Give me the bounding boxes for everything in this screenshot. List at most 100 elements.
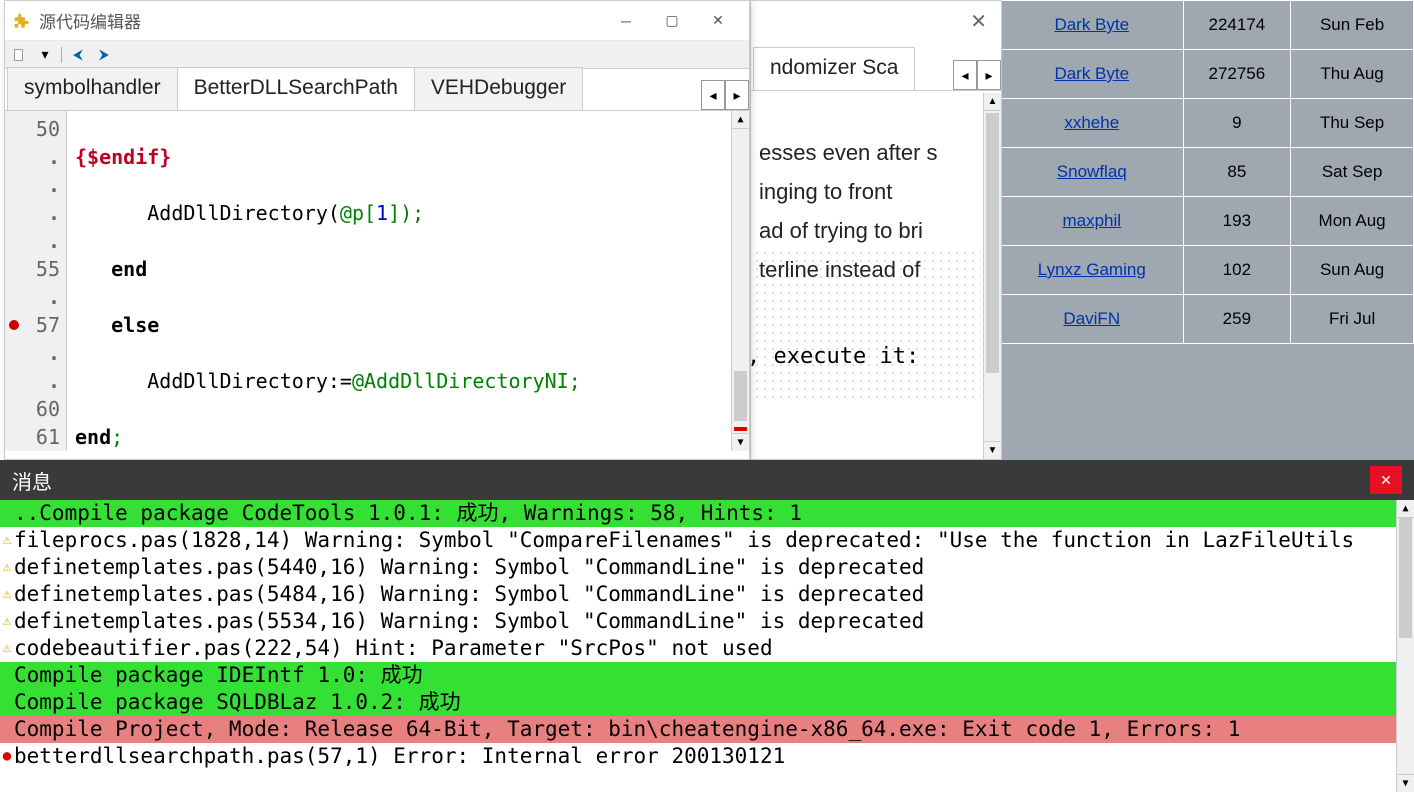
forum-date: Thu Sep [1291,99,1414,148]
tab-vehdebugger[interactable]: VEHDebugger [414,67,583,110]
forum-user-link[interactable]: maxphil [1062,211,1121,230]
line-dot: . [5,283,60,311]
scroll-error-marker [734,427,747,431]
table-row: Dark Byte224174Sun Feb [1001,1,1414,50]
code-editor[interactable]: 50 . . . . 55 . 57 . . 60 61 {$endif} Ad… [5,111,749,451]
message-line[interactable]: definetemplates.pas(5484,16) Warning: Sy… [0,581,1414,608]
forum-date: Sun Aug [1291,246,1414,295]
scroll-down-icon[interactable]: ▼ [984,441,1001,459]
table-row: Dark Byte 272756Thu Aug [1001,50,1414,99]
scrollbar-vertical[interactable]: ▲ ▼ [983,93,1001,459]
forum-user-link[interactable]: DaviFN [1063,309,1120,328]
line-dot: . [5,367,60,395]
line-number: 57 [36,313,60,337]
forum-date: Thu Aug [1291,50,1414,99]
forum-count: 193 [1183,197,1291,246]
message-line[interactable]: codebeautifier.pas(222,54) Hint: Paramet… [0,635,1414,662]
scrollbar-vertical[interactable]: ▲ ▼ [1396,500,1414,792]
line-dot: . [5,143,60,171]
scroll-down-icon[interactable]: ▼ [1397,774,1414,792]
breakpoint-icon[interactable] [9,320,19,330]
message-line[interactable]: ..Compile package CodeTools 1.0.1: 成功, W… [0,500,1414,527]
line-dot: . [5,227,60,255]
nav-back-icon[interactable]: ⮜ [68,45,88,65]
toolbar: ▾ ⮜ ⮞ [5,41,749,69]
tab-scroll-right-icon[interactable]: ▸ [725,80,749,110]
table-row: xxhehe9Thu Sep [1001,99,1414,148]
line-number: 50 [5,115,60,143]
forum-date: Fri Jul [1291,295,1414,344]
scroll-down-icon[interactable]: ▼ [732,433,749,451]
gutter[interactable]: 50 . . . . 55 . 57 . . 60 61 [5,111,67,451]
forum-user-link[interactable]: Dark Byte [1054,15,1129,34]
warning-icon [0,608,14,635]
forum-user-link[interactable]: Dark Byte [1054,64,1129,83]
scroll-thumb[interactable] [986,113,999,373]
forum-table: Dark Byte224174Sun Feb Dark Byte 272756Th… [1000,0,1414,344]
window-title: 源代码编辑器 [39,8,603,33]
message-line[interactable]: definetemplates.pas(5440,16) Warning: Sy… [0,554,1414,581]
forum-user-link[interactable]: Lynxz Gaming [1038,260,1146,279]
forum-count: 85 [1183,148,1291,197]
puzzle-icon [13,12,31,30]
forum-count: 272756 [1183,50,1291,99]
close-icon[interactable]: ✕ [1370,466,1402,494]
ide-source-editor-window: 源代码编辑器 ─ ▢ ✕ ▾ ⮜ ⮞ symbolhandler BetterD… [4,0,750,460]
line-number: 61 [5,423,60,451]
forum-table-background: Dark Byte224174Sun Feb Dark Byte 272756Th… [1000,0,1414,460]
nav-forward-icon[interactable]: ⮞ [94,45,114,65]
dropdown-icon[interactable]: ▾ [35,45,55,65]
titlebar[interactable]: 源代码编辑器 ─ ▢ ✕ [5,1,749,41]
messages-panel: 消息 ✕ ..Compile package CodeTools 1.0.1: … [0,460,1414,792]
tab-symbolhandler[interactable]: symbolhandler [7,67,178,110]
table-row: maxphil 193Mon Aug [1001,197,1414,246]
scroll-thumb[interactable] [734,371,747,421]
tab-betterdllsearchpath[interactable]: BetterDLLSearchPath [177,67,415,110]
line-dot: . [5,171,60,199]
warning-icon [0,554,14,581]
tab-scroll-left-icon[interactable]: ◂ [701,80,725,110]
table-row: Lynxz Gaming 102Sun Aug [1001,246,1414,295]
messages-body[interactable]: ..Compile package CodeTools 1.0.1: 成功, W… [0,500,1414,792]
editor-tabs: symbolhandler BetterDLLSearchPath VEHDeb… [5,69,749,111]
warning-icon [0,581,14,608]
secondary-window: ✕ ndomizer Sca ◂ ▸ esses even after s in… [750,0,1002,460]
line-dot: . [5,199,60,227]
scroll-up-icon[interactable]: ▲ [984,93,1001,111]
message-line[interactable]: Compile package IDEIntf 1.0: 成功 [0,662,1414,689]
messages-header[interactable]: 消息 ✕ [0,460,1414,500]
message-line[interactable]: Compile package SQLDBLaz 1.0.2: 成功 [0,689,1414,716]
inline-code: , execute it: [747,344,919,369]
message-line[interactable]: fileprocs.pas(1828,14) Warning: Symbol "… [0,527,1414,554]
message-line[interactable]: betterdllsearchpath.pas(57,1) Error: Int… [0,743,1414,770]
forum-user-link[interactable]: Snowflaq [1057,162,1127,181]
code-area[interactable]: {$endif} AddDllDirectory(@p[1]); end els… [67,111,731,451]
scroll-thumb[interactable] [1399,518,1412,638]
document-text: esses even after s inging to front ad of… [751,129,981,293]
scroll-up-icon[interactable]: ▲ [1397,500,1414,518]
forum-user-link[interactable]: xxhehe [1064,113,1119,132]
line-number: 60 [5,395,60,423]
forum-date: Sat Sep [1291,148,1414,197]
table-row: DaviFN 259Fri Jul [1001,295,1414,344]
messages-title: 消息 [12,466,52,495]
tab-scroll-right-icon[interactable]: ▸ [977,60,1001,90]
forum-count: 102 [1183,246,1291,295]
message-line[interactable]: Compile Project, Mode: Release 64-Bit, T… [0,716,1414,743]
tab-randomizer[interactable]: ndomizer Sca [753,47,915,90]
error-icon [0,743,14,770]
message-line[interactable]: definetemplates.pas(5534,16) Warning: Sy… [0,608,1414,635]
table-row: Snowflaq 85Sat Sep [1001,148,1414,197]
line-dot: . [5,339,60,367]
forum-date: Mon Aug [1291,197,1414,246]
scrollbar-vertical[interactable]: ▲ ▼ [731,111,749,451]
scroll-up-icon[interactable]: ▲ [732,111,749,129]
minimize-button[interactable]: ─ [603,5,649,37]
forum-count: 259 [1183,295,1291,344]
maximize-button[interactable]: ▢ [649,5,695,37]
tab-scroll-left-icon[interactable]: ◂ [953,60,977,90]
warning-icon [0,527,14,554]
close-button[interactable]: ✕ [695,5,741,37]
file-icon[interactable] [9,45,29,65]
close-icon[interactable]: ✕ [970,9,987,34]
